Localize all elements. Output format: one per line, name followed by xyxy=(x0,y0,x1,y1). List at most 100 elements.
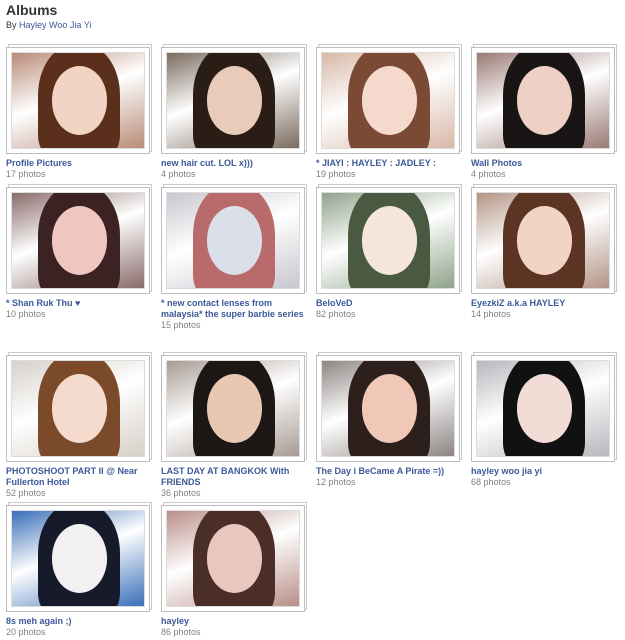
album-stack-front xyxy=(316,47,460,154)
album-item[interactable]: * JIAYI : HAYLEY : JADLEY :19 photos xyxy=(316,44,462,180)
album-stack-front xyxy=(6,47,150,154)
album-item[interactable]: hayley woo jia yi 68 photos xyxy=(471,352,617,488)
album-stack-front xyxy=(471,187,615,294)
album-cover-photo[interactable] xyxy=(166,360,300,457)
album-cover[interactable] xyxy=(316,352,462,464)
photo-face-shape xyxy=(51,374,108,443)
album-cover-photo[interactable] xyxy=(321,192,455,289)
album-title-link[interactable]: hayley woo jia yi xyxy=(471,466,617,477)
album-cover-photo[interactable] xyxy=(11,360,145,457)
album-title-link[interactable]: * JIAYI : HAYLEY : JADLEY : xyxy=(316,158,462,169)
album-item[interactable]: new hair cut. LOL x))) 4 photos xyxy=(161,44,307,180)
album-photo-count: 4 photos xyxy=(471,169,506,179)
photo-face-shape xyxy=(51,206,108,275)
album-photo-count: 52 photos xyxy=(6,488,46,498)
album-cover[interactable] xyxy=(471,44,617,156)
album-photo-count: 12 photos xyxy=(316,477,356,487)
photo-face-shape xyxy=(516,374,573,443)
album-stack-front xyxy=(161,47,305,154)
photo-face-shape xyxy=(206,206,263,275)
album-title-link[interactable]: * Shan Ruk Thu ♥ xyxy=(6,298,152,309)
album-item[interactable]: BeloVeD 82 photos xyxy=(316,184,462,320)
album-photo-count: 20 photos xyxy=(6,627,46,637)
album-cover-photo[interactable] xyxy=(166,510,300,607)
album-title-link[interactable]: BeloVeD xyxy=(316,298,462,309)
photo-face-shape xyxy=(206,374,263,443)
album-stack-front xyxy=(161,187,305,294)
album-item[interactable]: Profile Pictures 17 photos xyxy=(6,44,152,180)
album-cover-photo[interactable] xyxy=(321,52,455,149)
photo-face-shape xyxy=(361,66,418,135)
byline: By Hayley Woo Jia Yi xyxy=(6,20,91,30)
album-cover[interactable] xyxy=(6,502,152,614)
album-cover-photo[interactable] xyxy=(11,192,145,289)
by-label: By xyxy=(6,20,17,30)
album-cover-photo[interactable] xyxy=(476,360,610,457)
album-photo-count: 36 photos xyxy=(161,488,201,498)
album-title-link[interactable]: Wall Photos xyxy=(471,158,617,169)
album-cover-photo[interactable] xyxy=(166,192,300,289)
album-photo-count: 15 photos xyxy=(161,320,201,330)
photo-face-shape xyxy=(516,66,573,135)
album-photo-count: 4 photos xyxy=(161,169,196,179)
album-cover-photo[interactable] xyxy=(476,192,610,289)
album-photo-count: 86 photos xyxy=(161,627,201,637)
album-cover[interactable] xyxy=(6,352,152,464)
album-cover-photo[interactable] xyxy=(166,52,300,149)
album-photo-count: 68 photos xyxy=(471,477,511,487)
photo-face-shape xyxy=(361,374,418,443)
album-item[interactable]: 8s meh again ;) 20 photos xyxy=(6,502,152,638)
owner-profile-link[interactable]: Hayley Woo Jia Yi xyxy=(19,20,91,30)
photo-face-shape xyxy=(51,66,108,135)
album-stack-front xyxy=(6,187,150,294)
album-title-link[interactable]: PHOTOSHOOT PART II @ Near Fullerton Hote… xyxy=(6,466,152,488)
album-item[interactable]: hayley 86 photos xyxy=(161,502,307,638)
album-stack-front xyxy=(161,505,305,612)
album-cover[interactable] xyxy=(161,502,307,614)
album-title-link[interactable]: 8s meh again ;) xyxy=(6,616,152,627)
album-stack-front xyxy=(316,355,460,462)
album-item[interactable]: * new contact lenses from malaysia* the … xyxy=(161,184,307,331)
album-title-link[interactable]: new hair cut. LOL x))) xyxy=(161,158,307,169)
album-item[interactable]: Wall Photos 4 photos xyxy=(471,44,617,180)
album-cover-photo[interactable] xyxy=(11,52,145,149)
album-photo-count: 82 photos xyxy=(316,309,356,319)
album-title-link[interactable]: Profile Pictures xyxy=(6,158,152,169)
photo-face-shape xyxy=(51,524,108,593)
album-cover[interactable] xyxy=(316,44,462,156)
album-title-link[interactable]: LAST DAY AT BANGKOK With FRIENDS xyxy=(161,466,307,488)
photo-face-shape xyxy=(206,524,263,593)
album-item[interactable]: The Day i BeCame A Pirate =)) 12 photos xyxy=(316,352,462,488)
album-cover[interactable] xyxy=(161,352,307,464)
album-photo-count: 19 photos xyxy=(316,169,356,179)
album-cover-photo[interactable] xyxy=(476,52,610,149)
album-cover[interactable] xyxy=(471,184,617,296)
album-cover[interactable] xyxy=(161,184,307,296)
album-cover[interactable] xyxy=(161,44,307,156)
album-stack-front xyxy=(471,47,615,154)
album-item[interactable]: LAST DAY AT BANGKOK With FRIENDS 36 photo… xyxy=(161,352,307,499)
album-stack-front xyxy=(316,187,460,294)
album-title-link[interactable]: * new contact lenses from malaysia* the … xyxy=(161,298,307,320)
album-photo-count: 10 photos xyxy=(6,309,46,319)
album-item[interactable]: * Shan Ruk Thu ♥ 10 photos xyxy=(6,184,152,320)
album-cover[interactable] xyxy=(316,184,462,296)
album-cover-photo[interactable] xyxy=(321,360,455,457)
album-item[interactable]: EyezkiZ a.k.a HAYLEY 14 photos xyxy=(471,184,617,320)
photo-face-shape xyxy=(361,206,418,275)
album-photo-count: 17 photos xyxy=(6,169,46,179)
album-cover[interactable] xyxy=(6,184,152,296)
album-title-link[interactable]: hayley xyxy=(161,616,307,627)
album-title-link[interactable]: EyezkiZ a.k.a HAYLEY xyxy=(471,298,617,309)
album-cover[interactable] xyxy=(471,352,617,464)
album-stack-front xyxy=(161,355,305,462)
album-title-link[interactable]: The Day i BeCame A Pirate =)) xyxy=(316,466,462,477)
album-stack-front xyxy=(6,355,150,462)
album-photo-count: 14 photos xyxy=(471,309,511,319)
album-item[interactable]: PHOTOSHOOT PART II @ Near Fullerton Hote… xyxy=(6,352,152,499)
photo-face-shape xyxy=(516,206,573,275)
album-cover-photo[interactable] xyxy=(11,510,145,607)
album-stack-front xyxy=(471,355,615,462)
album-cover[interactable] xyxy=(6,44,152,156)
page-title: Albums xyxy=(6,2,58,18)
